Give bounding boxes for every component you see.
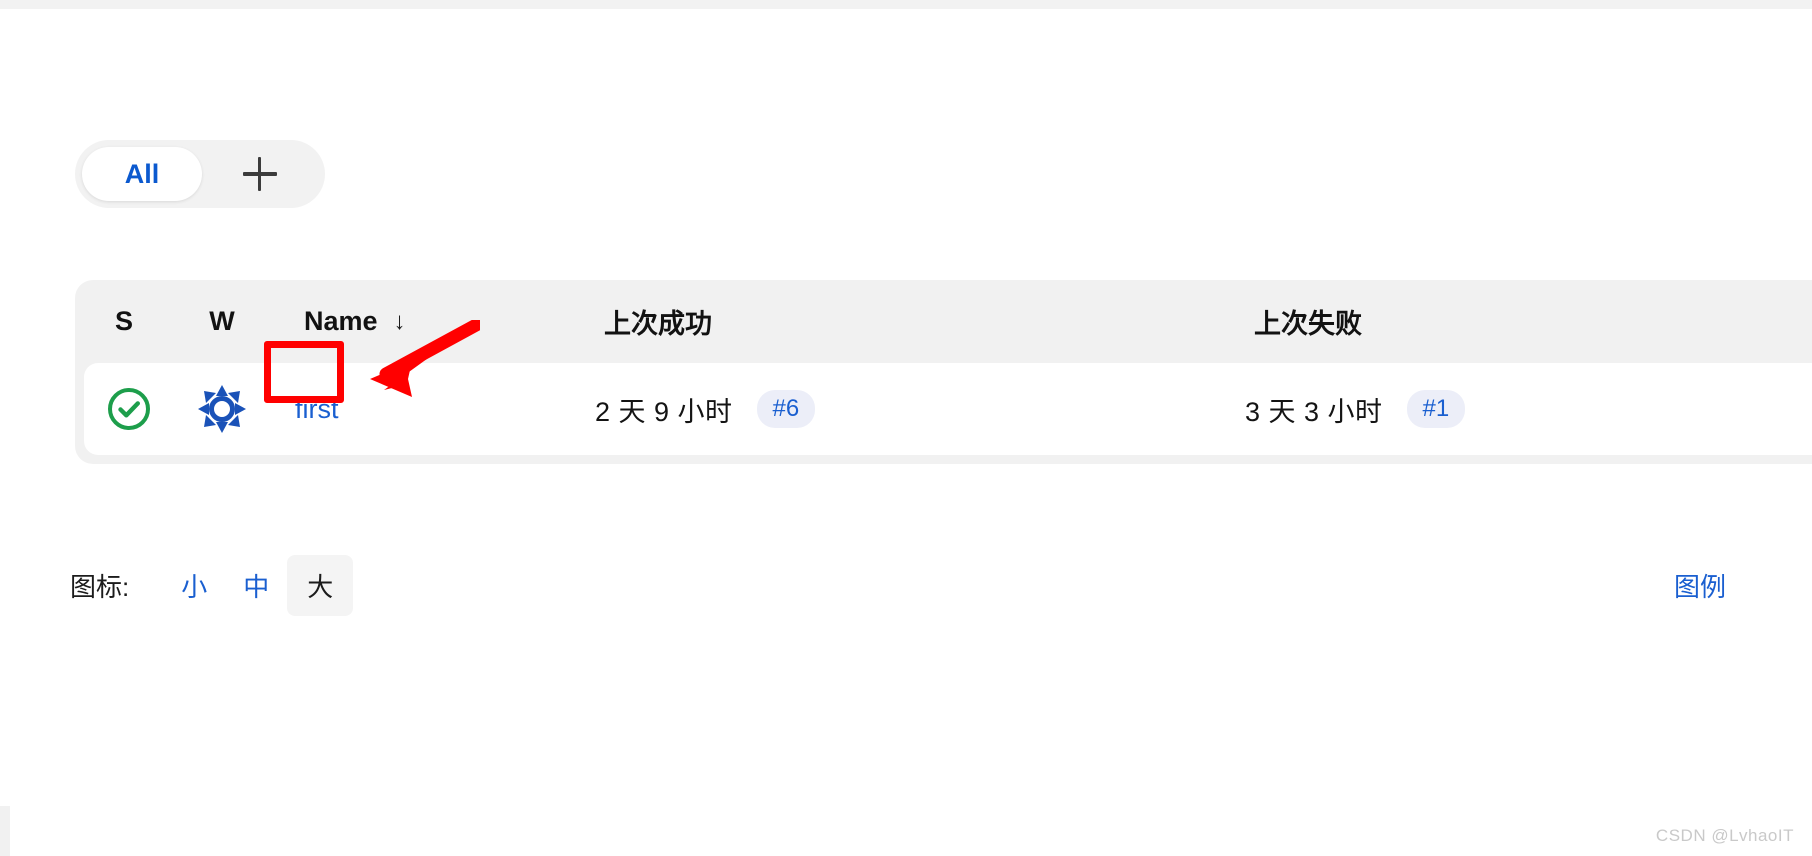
column-header-status[interactable]: S	[75, 306, 173, 337]
table-row[interactable]: first 2 天 9 小时 #6 3 天 3 小时 #1	[84, 363, 1812, 455]
last-failure-build-badge[interactable]: #1	[1406, 390, 1466, 428]
plus-icon	[242, 157, 277, 191]
icon-size-small[interactable]: 小	[163, 557, 225, 614]
tab-all[interactable]: All	[82, 147, 202, 201]
column-header-last-failure[interactable]: 上次失败	[1221, 302, 1812, 341]
icon-size-medium[interactable]: 中	[225, 557, 287, 614]
last-success-build-badge[interactable]: #6	[756, 390, 816, 428]
icon-size-large[interactable]: 大	[287, 554, 354, 616]
cell-name: first	[271, 394, 571, 425]
legend-control: 图例	[1674, 552, 1726, 618]
cell-worker	[173, 383, 271, 435]
add-filter-button[interactable]	[202, 157, 325, 191]
icon-size-control: 图标: 小 中 大	[70, 552, 354, 618]
check-circle-icon	[106, 386, 152, 432]
table-header-row: S W Name ↓ 上次成功 上次失败	[75, 280, 1812, 363]
jobs-table: S W Name ↓ 上次成功 上次失败 first 2 天 9 小时 #6 3…	[75, 280, 1812, 464]
burst-icon	[196, 383, 248, 435]
legend-link[interactable]: 图例	[1674, 567, 1726, 604]
job-name-link[interactable]: first	[295, 394, 339, 425]
column-header-name-label: Name	[304, 306, 378, 336]
filter-tab-bar: All	[75, 140, 325, 208]
icon-size-label: 图标:	[70, 571, 130, 602]
column-header-last-success[interactable]: 上次成功	[571, 302, 1221, 341]
watermark: CSDN @LvhaoIT	[1655, 826, 1794, 845]
column-header-name[interactable]: Name ↓	[271, 306, 571, 337]
sort-descending-icon: ↓	[393, 307, 406, 335]
cell-last-success: 2 天 9 小时 #6	[571, 390, 1221, 429]
cell-status	[84, 386, 173, 432]
last-success-time: 2 天 9 小时	[595, 396, 733, 427]
window-left-edge	[0, 806, 10, 856]
last-failure-time: 3 天 3 小时	[1245, 396, 1383, 427]
column-header-worker[interactable]: W	[173, 306, 271, 337]
window-top-edge	[0, 0, 1812, 9]
cell-last-failure: 3 天 3 小时 #1	[1221, 390, 1812, 429]
footer-toolbar: 图标: 小 中 大 图例	[0, 552, 1812, 618]
